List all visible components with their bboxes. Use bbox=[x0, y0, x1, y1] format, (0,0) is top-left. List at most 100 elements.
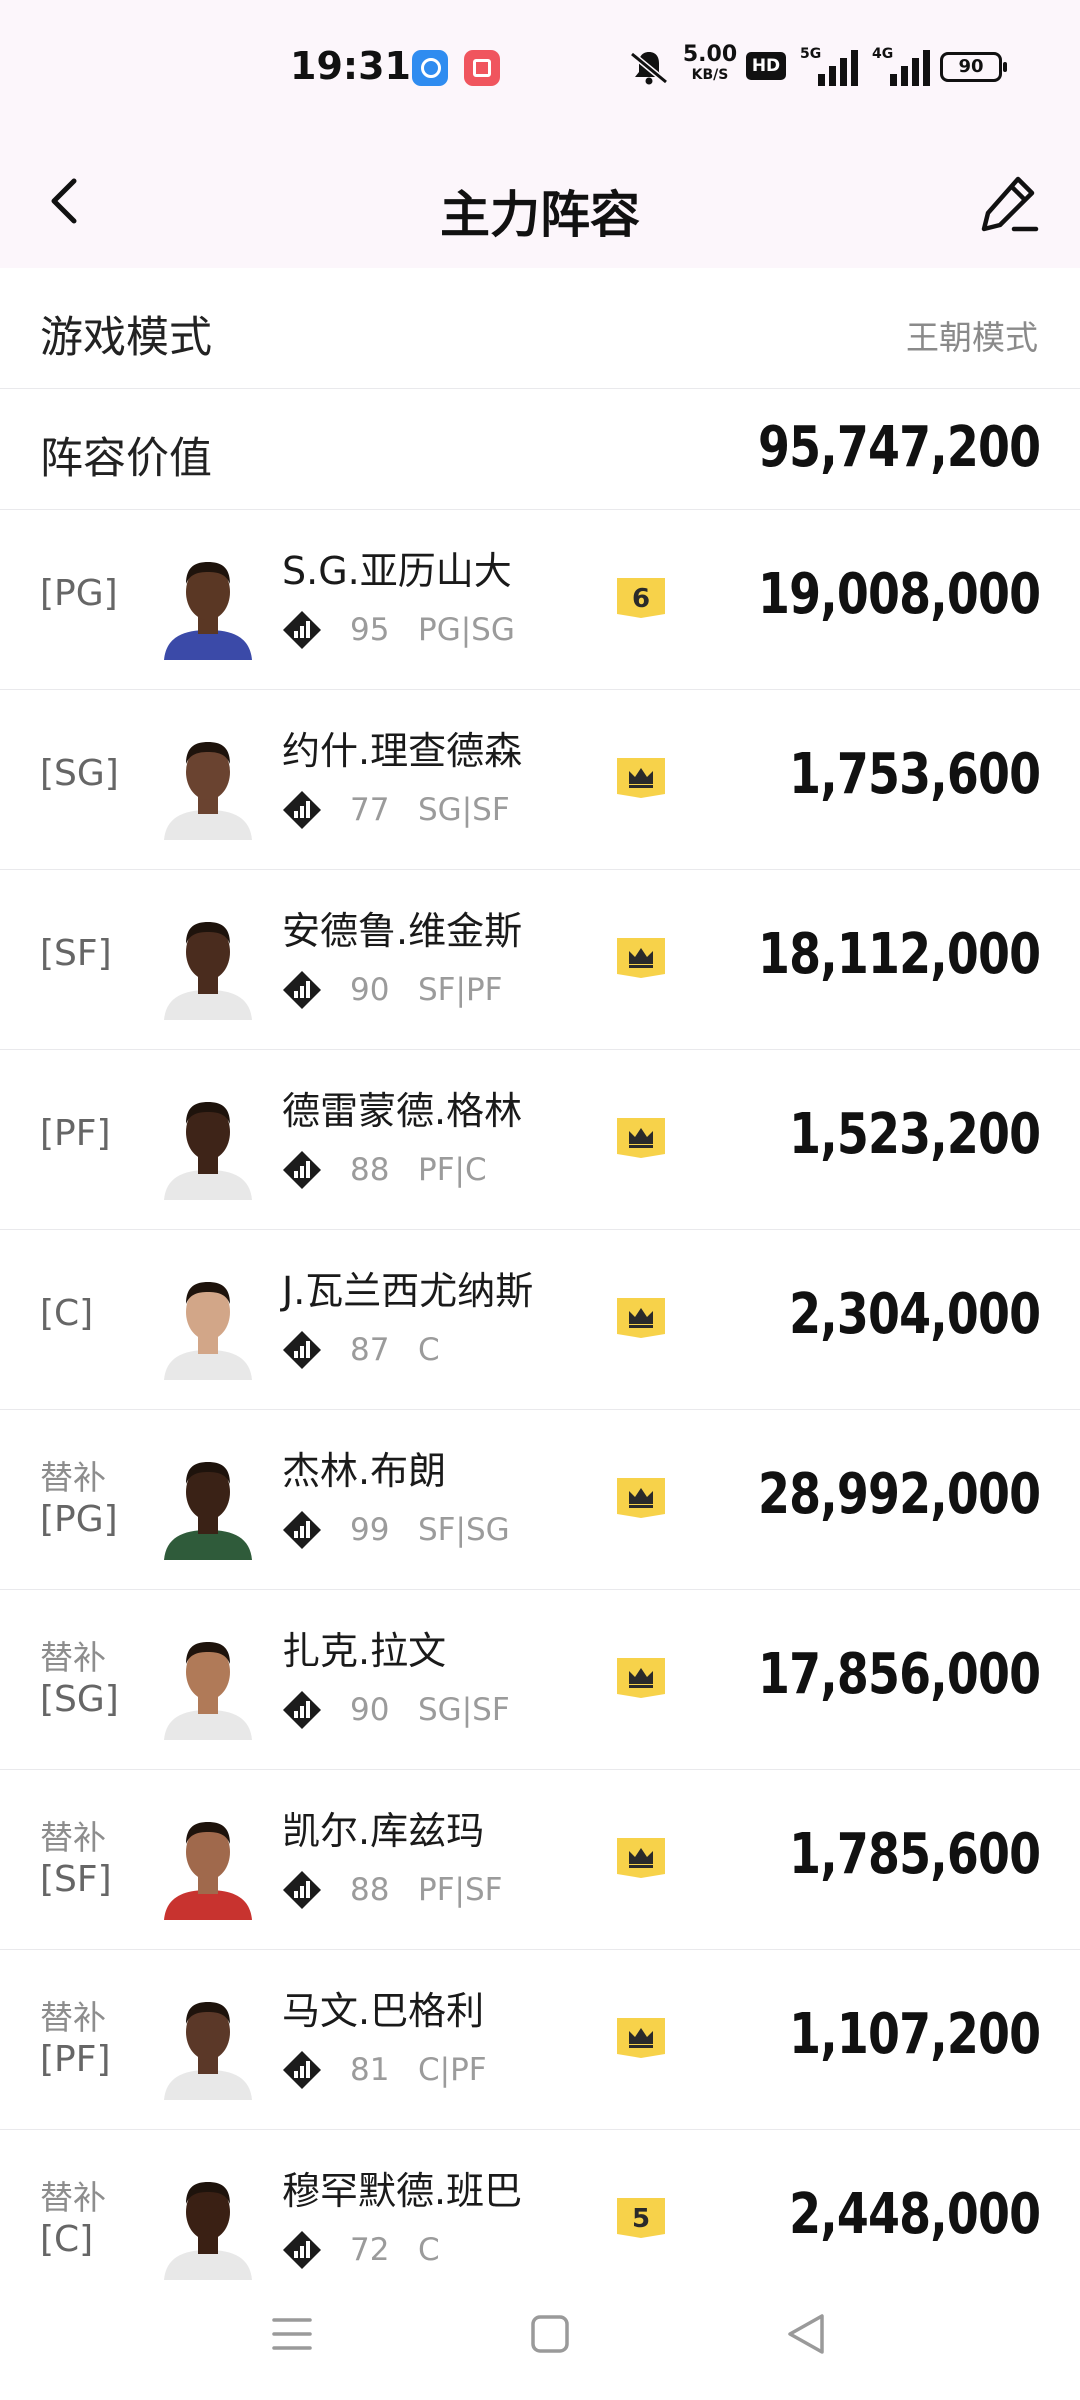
player-row[interactable]: [C] J.瓦兰西尤纳斯 87 C 2,304,000 bbox=[0, 1230, 1080, 1410]
network-speed-value: 5.00 bbox=[682, 42, 738, 67]
crown-badge-icon bbox=[617, 1478, 665, 1518]
player-positions: PF|C bbox=[418, 1152, 487, 1188]
player-name: S.G.亚历山大 bbox=[282, 549, 512, 593]
hd-icon: HD bbox=[746, 52, 786, 80]
back-triangle-icon[interactable] bbox=[786, 2312, 826, 2356]
player-positions: PG|SG bbox=[418, 612, 515, 648]
lineup-slot: 替补 [PF] bbox=[40, 1998, 111, 2081]
network-speed: 5.00 KB/S bbox=[682, 42, 738, 83]
level-badge-icon: 5 bbox=[617, 2198, 665, 2238]
player-price: 1,785,600 bbox=[788, 1822, 1041, 1887]
rating-diamond-icon bbox=[283, 1511, 321, 1549]
mute-icon bbox=[630, 51, 668, 85]
slot-position: [SF] bbox=[40, 933, 112, 974]
battery-icon: 90 bbox=[940, 52, 1007, 82]
player-price: 19,008,000 bbox=[757, 562, 1041, 627]
slot-position: [C] bbox=[40, 2218, 94, 2260]
crown-badge-icon bbox=[617, 1838, 665, 1878]
rating-diamond-icon bbox=[283, 2051, 321, 2089]
lineup-slot: [SF] bbox=[40, 932, 112, 975]
slot-position: [PF] bbox=[40, 2038, 111, 2080]
lineup-slot: [PG] bbox=[40, 572, 118, 615]
player-name: 约什.理查德森 bbox=[282, 729, 523, 773]
menu-icon[interactable] bbox=[272, 2314, 312, 2354]
player-rating: 95 bbox=[350, 612, 390, 648]
header-bar: 主力阵容 bbox=[0, 135, 1080, 268]
player-avatar bbox=[164, 1102, 252, 1200]
player-row[interactable]: [PG] S.G.亚历山大 95 PG|SG 6 19,008,000 bbox=[0, 510, 1080, 690]
lineup-slot: 替补 [PG] bbox=[40, 1458, 118, 1541]
game-mode-value: 王朝模式 bbox=[906, 318, 1038, 357]
app-icon-red bbox=[464, 50, 500, 86]
player-rating: 77 bbox=[350, 792, 390, 828]
player-rating: 87 bbox=[350, 1332, 390, 1368]
game-mode-row[interactable]: 游戏模式 王朝模式 bbox=[0, 268, 1080, 389]
player-name: 扎克.拉文 bbox=[282, 1629, 447, 1673]
crown-badge-icon bbox=[617, 1658, 665, 1698]
player-avatar bbox=[164, 2002, 252, 2100]
player-name: J.瓦兰西尤纳斯 bbox=[282, 1269, 534, 1313]
rating-diamond-icon bbox=[283, 1331, 321, 1369]
player-positions: PF|SF bbox=[418, 1872, 503, 1908]
player-row[interactable]: [SG] 约什.理查德森 77 SG|SF 1,753,600 bbox=[0, 690, 1080, 870]
lineup-slot: 替补 [SF] bbox=[40, 1818, 112, 1901]
player-price: 2,448,000 bbox=[788, 2182, 1041, 2247]
rating-diamond-icon bbox=[283, 791, 321, 829]
bench-label: 替补 bbox=[40, 1818, 106, 1857]
player-row[interactable]: 替补 [SF] 凯尔.库兹玛 88 PF|SF 1,785,600 bbox=[0, 1770, 1080, 1950]
lineup-slot: 替补 [C] bbox=[40, 2178, 106, 2261]
signal-5g-icon: 5G bbox=[800, 46, 862, 86]
player-positions: C bbox=[418, 1332, 440, 1368]
home-icon[interactable] bbox=[530, 2314, 570, 2354]
player-positions: C|PF bbox=[418, 2052, 487, 2088]
slot-position: [SG] bbox=[40, 753, 119, 794]
crown-badge-icon bbox=[617, 2018, 665, 2058]
bench-label: 替补 bbox=[40, 2178, 106, 2217]
player-row[interactable]: 替补 [PG] 杰林.布朗 99 SF|SG 28,992,000 bbox=[0, 1410, 1080, 1590]
player-positions: SF|SG bbox=[418, 1512, 510, 1548]
lineup-value-row: 阵容价值 95,747,200 bbox=[0, 389, 1080, 510]
player-avatar bbox=[164, 1282, 252, 1380]
player-price: 1,107,200 bbox=[788, 2002, 1041, 2067]
lineup-slot: 替补 [SG] bbox=[40, 1638, 119, 1721]
player-rating: 81 bbox=[350, 2052, 390, 2088]
player-name: 穆罕默德.班巴 bbox=[282, 2169, 523, 2213]
lineup-value-total: 95,747,200 bbox=[757, 415, 1041, 480]
player-row[interactable]: 替补 [SG] 扎克.拉文 90 SG|SF 17,856,000 bbox=[0, 1590, 1080, 1770]
player-name: 德雷蒙德.格林 bbox=[282, 1089, 523, 1133]
signal-5g-label: 5G bbox=[800, 46, 822, 62]
player-name: 凯尔.库兹玛 bbox=[282, 1809, 485, 1853]
crown-badge-icon bbox=[617, 938, 665, 978]
slot-position: [PF] bbox=[40, 1113, 111, 1154]
player-rating: 88 bbox=[350, 1152, 390, 1188]
rating-diamond-icon bbox=[283, 1691, 321, 1729]
player-price: 17,856,000 bbox=[757, 1642, 1041, 1707]
player-positions: SG|SF bbox=[418, 792, 510, 828]
signal-4g-icon: 4G bbox=[872, 46, 934, 86]
slot-position: [C] bbox=[40, 1293, 94, 1334]
level-badge-number: 6 bbox=[632, 584, 650, 614]
player-positions: SG|SF bbox=[418, 1692, 510, 1728]
player-price: 18,112,000 bbox=[757, 922, 1041, 987]
bench-label: 替补 bbox=[40, 1998, 106, 2037]
player-rating: 99 bbox=[350, 1512, 390, 1548]
lineup-slot: [C] bbox=[40, 1292, 93, 1335]
player-avatar bbox=[164, 562, 252, 660]
lineup-value-label: 阵容价值 bbox=[40, 434, 212, 484]
player-name: 安德鲁.维金斯 bbox=[282, 909, 523, 953]
player-avatar bbox=[164, 742, 252, 840]
player-price: 1,523,200 bbox=[788, 1102, 1041, 1167]
player-price: 1,753,600 bbox=[788, 742, 1041, 807]
player-avatar bbox=[164, 1642, 252, 1740]
edit-icon[interactable] bbox=[978, 173, 1040, 235]
player-row[interactable]: 替补 [PF] 马文.巴格利 81 C|PF 1,107,200 bbox=[0, 1950, 1080, 2130]
system-nav-bar bbox=[0, 2280, 1080, 2400]
game-mode-label: 游戏模式 bbox=[40, 313, 212, 363]
player-row[interactable]: [SF] 安德鲁.维金斯 90 SF|PF 18,112,000 bbox=[0, 870, 1080, 1050]
page-title: 主力阵容 bbox=[440, 186, 640, 244]
player-avatar bbox=[164, 2182, 252, 2280]
lineup-slot: [PF] bbox=[40, 1112, 111, 1155]
player-positions: C bbox=[418, 2232, 440, 2268]
status-time: 19:31 bbox=[290, 44, 411, 88]
player-row[interactable]: [PF] 德雷蒙德.格林 88 PF|C 1,523,200 bbox=[0, 1050, 1080, 1230]
